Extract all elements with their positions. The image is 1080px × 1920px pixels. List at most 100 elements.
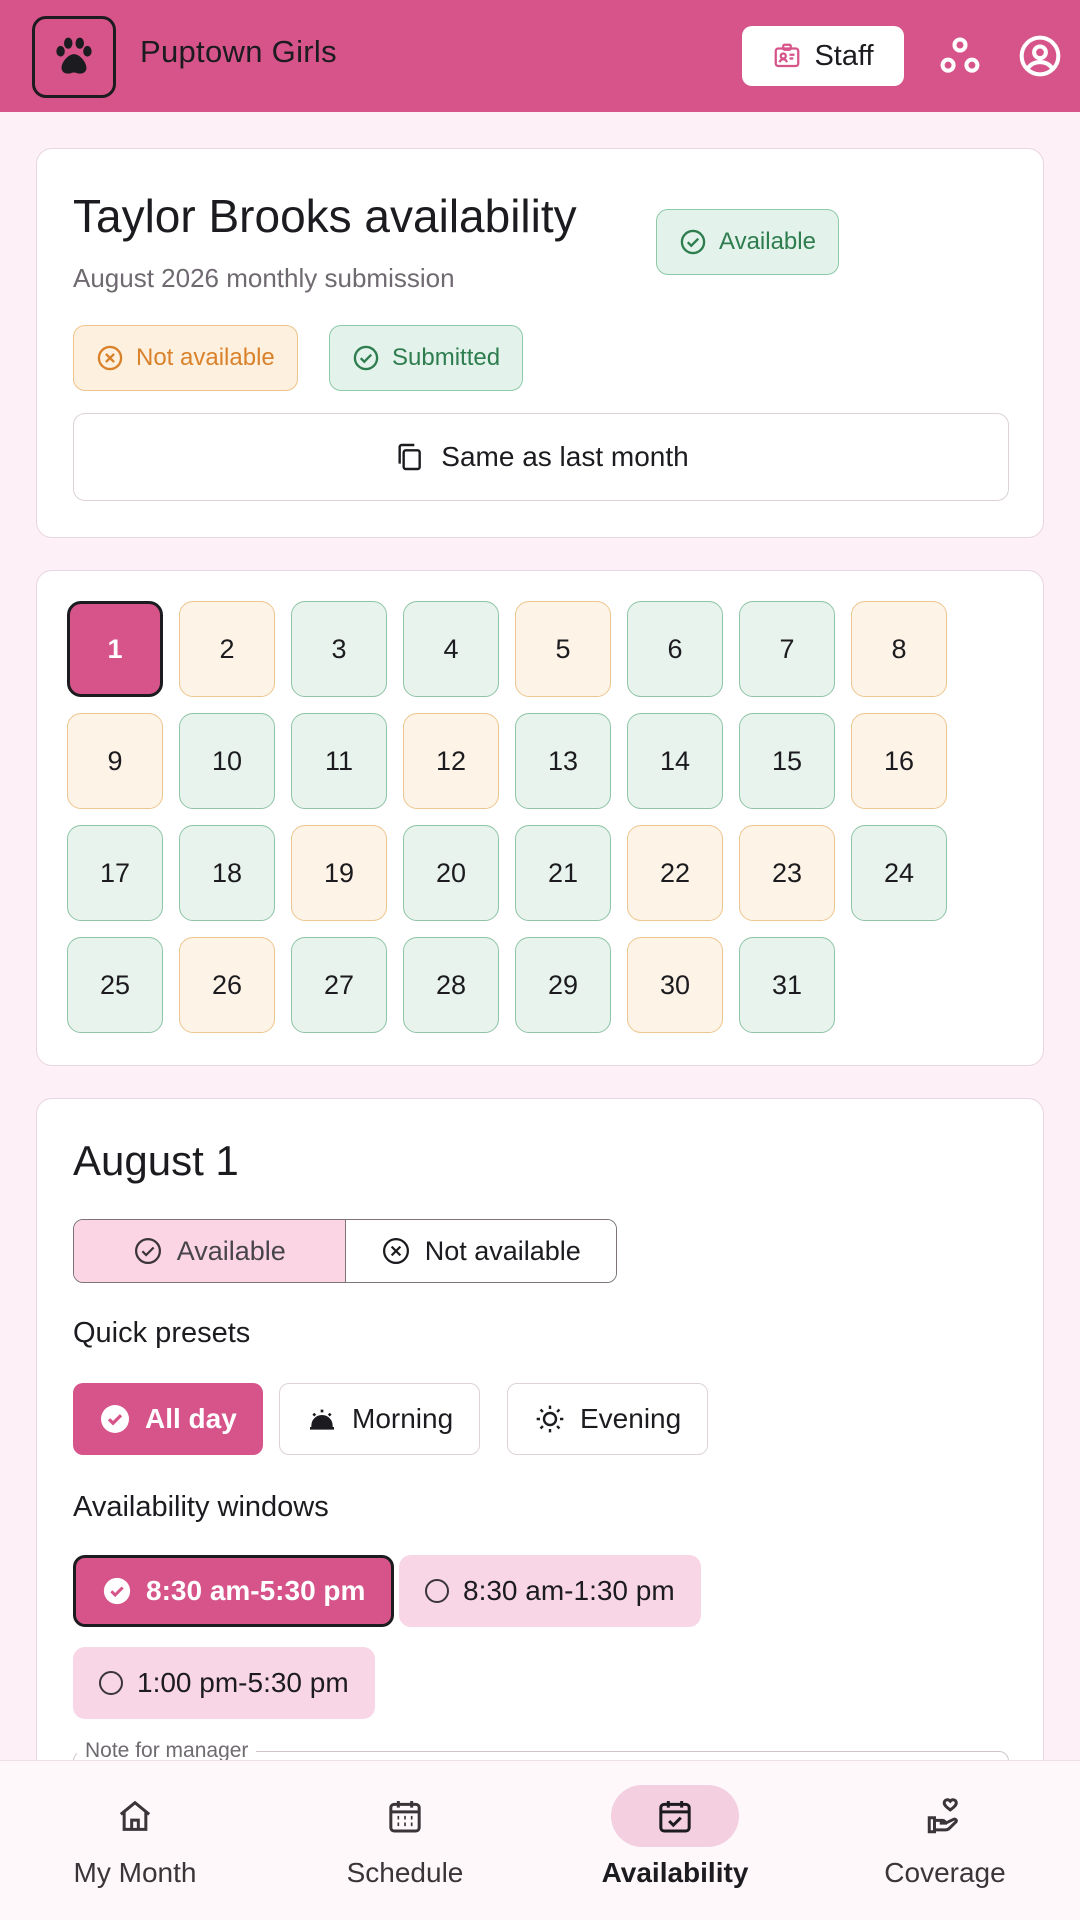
toggle-available[interactable]: Available (74, 1220, 346, 1282)
calendar-day[interactable]: 8 (851, 601, 947, 697)
availability-windows-label: Availability windows (73, 1491, 329, 1523)
org-button[interactable] (938, 34, 982, 78)
calendar-day[interactable]: 15 (739, 713, 835, 809)
radio-unchecked-icon (425, 1579, 449, 1603)
calendar-card: 1 2 3 4 5 6 7 8 9 10 11 12 13 14 15 16 17 18 19 20 21 22 23 24 2… (36, 570, 1044, 1066)
status-badge-available: Available (656, 209, 839, 275)
availability-toggle: Available Not available (73, 1219, 617, 1283)
calendar-day[interactable]: 4 (403, 601, 499, 697)
nav-schedule[interactable]: Schedule (270, 1761, 540, 1920)
legend-not-available: Not available (73, 325, 298, 391)
nav-schedule-label: Schedule (346, 1857, 464, 1888)
check-circle-icon (134, 1238, 161, 1264)
preset-all-day-label: All day (145, 1403, 237, 1434)
availability-title: Taylor Brooks availability (73, 190, 577, 242)
calendar-day[interactable]: 1 (67, 601, 163, 697)
calendar-day[interactable]: 12 (403, 713, 499, 809)
top-app-bar: Puptown Girls Staff (0, 0, 1080, 112)
calendar-grid-icon (389, 1801, 421, 1833)
nav-availability-icon-wrap (611, 1785, 739, 1847)
calendar-day[interactable]: 31 (739, 937, 835, 1033)
calendar-check-icon (659, 1801, 691, 1833)
legend-not-available-label: Not available (136, 344, 275, 371)
account-button[interactable] (1018, 34, 1062, 78)
sunrise-icon (310, 1409, 334, 1430)
calendar-day[interactable]: 23 (739, 825, 835, 921)
status-submitted-label: Submitted (392, 344, 501, 371)
calendar-day[interactable]: 21 (515, 825, 611, 921)
calendar-day[interactable]: 2 (179, 601, 275, 697)
home-icon (119, 1800, 151, 1831)
preset-evening-button[interactable]: Evening (507, 1383, 709, 1455)
nav-coverage-icon-wrap (881, 1785, 1009, 1847)
check-circle-icon (353, 345, 379, 371)
same-as-last-month-label: Same as last month (441, 441, 689, 472)
calendar-day[interactable]: 19 (291, 825, 387, 921)
selected-date-title: August 1 (73, 1137, 239, 1184)
bottom-navigation: My Month Schedule Availability Coverage (0, 1760, 1080, 1920)
nav-my-month[interactable]: My Month (0, 1761, 270, 1920)
nav-coverage[interactable]: Coverage (810, 1761, 1080, 1920)
calendar-day[interactable]: 22 (627, 825, 723, 921)
account-icon (1019, 35, 1061, 77)
window-option-1-label: 8:30 am-5:30 pm (146, 1575, 366, 1606)
window-option-3[interactable]: 1:00 pm-5:30 pm (73, 1647, 375, 1719)
check-circle-icon (680, 229, 706, 255)
calendar-day[interactable]: 10 (179, 713, 275, 809)
window-option-2[interactable]: 8:30 am-1:30 pm (399, 1555, 701, 1627)
calendar-day[interactable]: 11 (291, 713, 387, 809)
nav-coverage-label: Coverage (884, 1857, 1006, 1888)
quick-presets-label: Quick presets (73, 1317, 251, 1349)
badge-icon (775, 43, 800, 68)
nav-availability[interactable]: Availability (540, 1761, 810, 1920)
cancel-circle-icon (97, 345, 123, 371)
calendar-day[interactable]: 29 (515, 937, 611, 1033)
app-title: Puptown Girls (140, 34, 337, 69)
calendar-day[interactable]: 18 (179, 825, 275, 921)
staff-label: Staff (814, 39, 874, 72)
calendar-day[interactable]: 20 (403, 825, 499, 921)
calendar-day[interactable]: 30 (627, 937, 723, 1033)
window-option-2-label: 8:30 am-1:30 pm (463, 1575, 675, 1606)
calendar-day[interactable]: 7 (739, 601, 835, 697)
calendar-day[interactable]: 25 (67, 937, 163, 1033)
status-available-label: Available (719, 228, 816, 255)
calendar-day[interactable]: 6 (627, 601, 723, 697)
sun-icon (536, 1405, 564, 1433)
calendar-day[interactable]: 13 (515, 713, 611, 809)
copy-icon (398, 443, 422, 471)
window-option-1[interactable]: 8:30 am-5:30 pm (73, 1555, 395, 1627)
hand-heart-icon (927, 1798, 958, 1834)
paw-icon (56, 37, 92, 74)
calendar-day[interactable]: 26 (179, 937, 275, 1033)
calendar-day[interactable]: 28 (403, 937, 499, 1033)
same-as-last-month-button[interactable]: Same as last month (73, 413, 1009, 501)
radio-unchecked-icon (99, 1671, 123, 1695)
calendar-day[interactable]: 24 (851, 825, 947, 921)
app-logo[interactable] (32, 16, 116, 98)
calendar-day[interactable]: 3 (291, 601, 387, 697)
preset-morning-button[interactable]: Morning (279, 1383, 481, 1455)
calendar-day[interactable]: 14 (627, 713, 723, 809)
nav-schedule-icon-wrap (341, 1785, 469, 1847)
window-option-3-label: 1:00 pm-5:30 pm (137, 1667, 349, 1698)
calendar-day[interactable]: 5 (515, 601, 611, 697)
check-circle-filled-icon (101, 1405, 129, 1433)
calendar-day[interactable]: 16 (851, 713, 947, 809)
submission-subtitle: August 2026 monthly submission (73, 263, 455, 293)
toggle-not-available-label: Not available (424, 1235, 581, 1266)
nav-availability-label: Availability (601, 1857, 749, 1888)
calendar-day[interactable]: 9 (67, 713, 163, 809)
nav-my-month-label: My Month (73, 1857, 197, 1888)
staff-role-button[interactable]: Staff (742, 26, 904, 86)
org-icon (940, 37, 980, 73)
check-circle-filled-icon (103, 1577, 131, 1605)
cancel-circle-icon (382, 1238, 409, 1264)
calendar-day[interactable]: 27 (291, 937, 387, 1033)
calendar-day[interactable]: 17 (67, 825, 163, 921)
preset-all-day-button[interactable]: All day (73, 1383, 263, 1455)
toggle-not-available[interactable]: Not available (345, 1220, 616, 1282)
nav-my-month-icon-wrap (71, 1785, 199, 1847)
preset-evening-label: Evening (580, 1403, 682, 1434)
submission-card: Taylor Brooks availability August 2026 m… (36, 148, 1044, 538)
